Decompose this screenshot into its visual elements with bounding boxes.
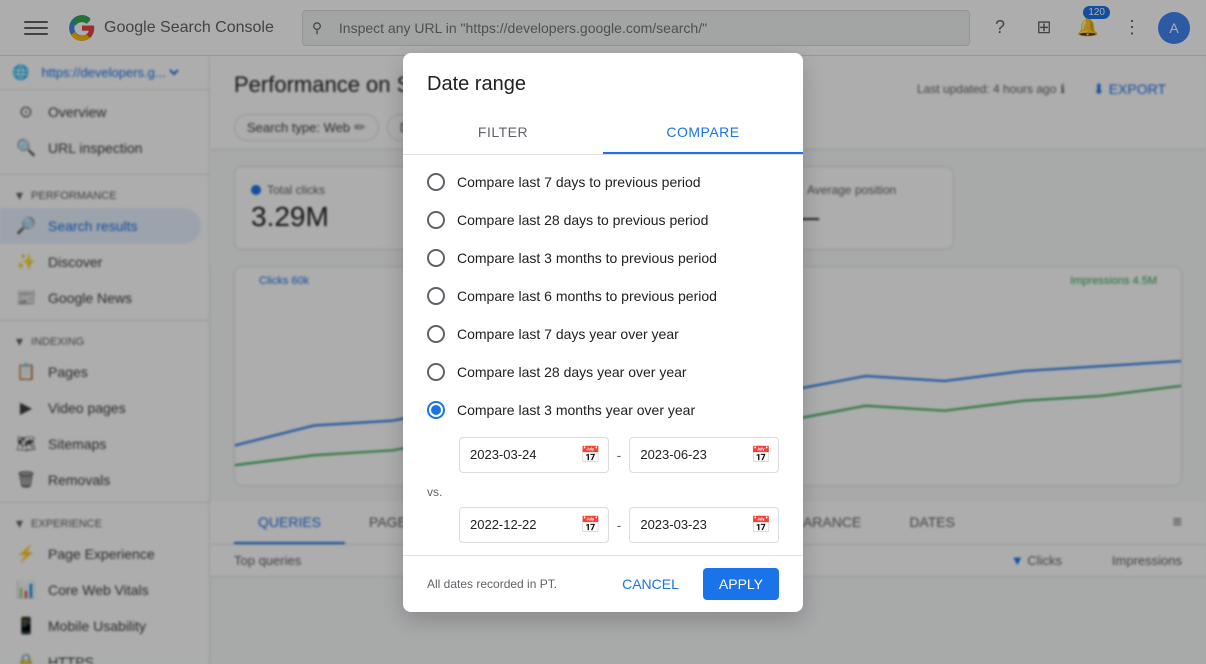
modal-overlay: Date range FILTER COMPARE Compare last 7… bbox=[0, 0, 1206, 664]
calendar-icon-end[interactable]: 📅 bbox=[751, 445, 771, 465]
radio-label-2: Compare last 28 days to previous period bbox=[457, 212, 708, 228]
modal-tab-filter[interactable]: FILTER bbox=[403, 112, 603, 154]
radio-label-5: Compare last 7 days year over year bbox=[457, 326, 679, 342]
vs-date-separator: - bbox=[617, 517, 622, 533]
cancel-button[interactable]: CANCEL bbox=[606, 568, 695, 600]
radio-label-7: Compare last 3 months year over year bbox=[457, 402, 695, 418]
radio-option-5[interactable]: Compare last 7 days year over year bbox=[403, 315, 803, 353]
vs-end-date-wrapper: 📅 bbox=[629, 507, 779, 543]
footer-note: All dates recorded in PT. bbox=[427, 577, 598, 591]
end-date-wrapper: 📅 bbox=[629, 437, 779, 473]
radio-circle-3 bbox=[427, 249, 445, 267]
calendar-icon-vs-start[interactable]: 📅 bbox=[581, 515, 601, 535]
radio-circle-6 bbox=[427, 363, 445, 381]
start-date-wrapper: 📅 bbox=[459, 437, 609, 473]
calendar-icon-start[interactable]: 📅 bbox=[581, 445, 601, 465]
radio-label-6: Compare last 28 days year over year bbox=[457, 364, 687, 380]
radio-label-4: Compare last 6 months to previous period bbox=[457, 288, 717, 304]
modal-tab-compare[interactable]: COMPARE bbox=[603, 112, 803, 154]
radio-option-1[interactable]: Compare last 7 days to previous period bbox=[403, 163, 803, 201]
date-row-vs: 📅 - 📅 bbox=[403, 499, 803, 551]
modal-title: Date range bbox=[403, 53, 803, 96]
date-row-main: 📅 - 📅 bbox=[403, 429, 803, 481]
vs-start-date-wrapper: 📅 bbox=[459, 507, 609, 543]
radio-option-6[interactable]: Compare last 28 days year over year bbox=[403, 353, 803, 391]
modal-tabs: FILTER COMPARE bbox=[403, 112, 803, 155]
date-range-modal: Date range FILTER COMPARE Compare last 7… bbox=[403, 53, 803, 612]
radio-circle-5 bbox=[427, 325, 445, 343]
radio-option-4[interactable]: Compare last 6 months to previous period bbox=[403, 277, 803, 315]
radio-circle-1 bbox=[427, 173, 445, 191]
radio-option-7[interactable]: Compare last 3 months year over year bbox=[403, 391, 803, 429]
radio-circle-4 bbox=[427, 287, 445, 305]
modal-footer: All dates recorded in PT. CANCEL APPLY bbox=[403, 555, 803, 612]
radio-label-3: Compare last 3 months to previous period bbox=[457, 250, 717, 266]
date-separator: - bbox=[617, 447, 622, 463]
radio-circle-7 bbox=[427, 401, 445, 419]
radio-circle-2 bbox=[427, 211, 445, 229]
radio-option-2[interactable]: Compare last 28 days to previous period bbox=[403, 201, 803, 239]
modal-body: Compare last 7 days to previous period C… bbox=[403, 155, 803, 555]
apply-button[interactable]: APPLY bbox=[703, 568, 779, 600]
vs-label: vs. bbox=[403, 481, 803, 499]
radio-label-1: Compare last 7 days to previous period bbox=[457, 174, 701, 190]
radio-option-3[interactable]: Compare last 3 months to previous period bbox=[403, 239, 803, 277]
calendar-icon-vs-end[interactable]: 📅 bbox=[751, 515, 771, 535]
